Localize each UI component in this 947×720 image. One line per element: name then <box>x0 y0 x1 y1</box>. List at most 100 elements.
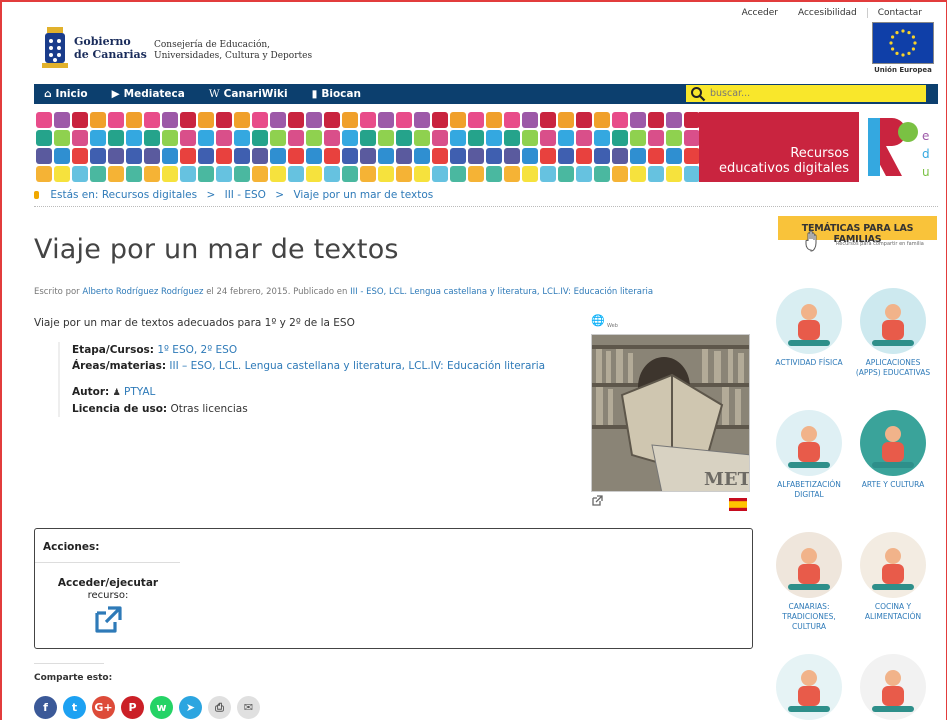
banner-title: Recursos educativos digitales <box>699 112 859 182</box>
breadcrumb-link-eso[interactable]: III - ESO <box>225 189 266 201</box>
whatsapp-icon[interactable]: w <box>150 696 173 719</box>
banner-tile <box>450 130 466 146</box>
access-resource-button[interactable]: Acceder/ejecutar recurso: <box>45 577 171 635</box>
nav-item-canariwiki[interactable]: W CanariWiki <box>197 88 300 100</box>
etapa-label: Etapa/Cursos: <box>72 344 154 356</box>
banner-tile <box>540 148 556 164</box>
contactar-link[interactable]: Contactar <box>866 8 932 18</box>
autor-link[interactable]: PTYAL <box>124 386 155 398</box>
banner-tile <box>144 130 160 146</box>
telegram-icon[interactable]: ➤ <box>179 696 202 719</box>
banner-tile <box>54 112 70 128</box>
banner-tile <box>486 130 502 146</box>
banner-tile <box>144 166 160 182</box>
external-link-icon[interactable] <box>591 495 603 507</box>
nav-item-inicio[interactable]: ⌂ Inicio <box>34 88 100 100</box>
banner-tile <box>540 112 556 128</box>
banner-tile <box>594 130 610 146</box>
banner-tile <box>450 166 466 182</box>
resource-image[interactable]: MET <box>591 334 750 492</box>
search-icon <box>691 86 706 101</box>
redu-logo-icon: e d u <box>864 112 938 182</box>
topic-cocina-y-alimentacion[interactable]: COCINA Y ALIMENTACIÓN <box>853 532 933 622</box>
banner-tile <box>342 112 358 128</box>
categories-link[interactable]: III - ESO, LCL. Lengua castellana y lite… <box>350 287 653 297</box>
banner-tile <box>558 112 574 128</box>
familias-banner[interactable]: TEMÁTICAS PARA LAS FAMILIAS Recursos par… <box>778 216 937 252</box>
banner-tile <box>486 166 502 182</box>
svg-text:d: d <box>922 147 930 161</box>
banner-tile <box>90 148 106 164</box>
search-input[interactable]: buscar... <box>686 85 926 102</box>
google-plus-icon[interactable]: G+ <box>92 696 115 719</box>
author-link[interactable]: Alberto Rodríguez Rodríguez <box>82 287 203 297</box>
nav-item-biocan[interactable]: ▮ Biocan <box>300 88 373 100</box>
banner-tile <box>594 112 610 128</box>
topic-arte-y-cultura[interactable]: ARTE Y CULTURA <box>853 410 933 490</box>
banner-tile <box>180 130 196 146</box>
consejeria-line2: Universidades, Cultura y Deportes <box>154 51 313 61</box>
pinterest-icon[interactable]: P <box>121 696 144 719</box>
breadcrumb-separator: > <box>275 189 285 201</box>
banner-tile <box>162 166 178 182</box>
banner-tile <box>36 130 52 146</box>
actions-heading: Acciones: <box>43 541 100 553</box>
banner-tile <box>576 130 592 146</box>
topic-actividad-fisica[interactable]: ACTIVIDAD FÍSICA <box>769 288 849 368</box>
banner-tile <box>216 112 232 128</box>
banner-tile <box>270 148 286 164</box>
access-sub: recurso: <box>87 590 129 601</box>
nav-label: Mediateca <box>123 88 185 100</box>
external-link-icon[interactable] <box>93 605 123 635</box>
banner-tile <box>648 130 664 146</box>
banner-tile <box>252 148 268 164</box>
banner-tile <box>216 166 232 182</box>
banner-tile <box>648 112 664 128</box>
banner-tile <box>162 112 178 128</box>
accesibilidad-link[interactable]: Accesibilidad <box>788 8 867 18</box>
eu-label: Unión Europea <box>874 66 932 74</box>
banner-tile <box>558 148 574 164</box>
etapa-link[interactable]: 1º ESO, 2º ESO <box>157 344 237 356</box>
banner-tile <box>36 148 52 164</box>
topic-label: ACTIVIDAD FÍSICA <box>775 358 843 367</box>
areas-link[interactable]: III – ESO, LCL. Lengua castellana y lite… <box>169 360 545 372</box>
licencia-value: Otras licencias <box>170 403 248 415</box>
topic-aplicaciones-apps-educativas[interactable]: APLICACIONES (APPS) EDUCATIVAS <box>853 288 933 378</box>
email-icon[interactable]: ✉ <box>237 696 260 719</box>
banner-tile <box>378 112 394 128</box>
banner-tile <box>54 166 70 182</box>
breadcrumb-link-recursos[interactable]: Recursos digitales <box>102 189 197 201</box>
print-icon[interactable]: ⎙ <box>208 696 231 719</box>
banner-tile <box>414 166 430 182</box>
access-label: Acceder/ejecutar <box>57 577 159 589</box>
page-title: Viaje por un mar de textos <box>34 234 399 265</box>
banner-tile <box>504 130 520 146</box>
main-nav: ⌂ Inicio ▶ Mediateca W CanariWiki ▮ Bioc… <box>34 84 938 104</box>
banner-tile <box>72 112 88 128</box>
banner-tile <box>90 166 106 182</box>
facebook-icon[interactable]: f <box>34 696 57 719</box>
banner-tile <box>324 112 340 128</box>
topic-dibujo[interactable]: DIBUJO <box>853 654 933 720</box>
nav-label: Biocan <box>321 88 361 100</box>
twitter-icon[interactable]: t <box>63 696 86 719</box>
banner-tile <box>522 166 538 182</box>
topic-convivencia[interactable]: CONVIVENCIA <box>769 654 849 720</box>
bottle-icon: ▮ <box>311 88 318 100</box>
breadcrumb-label: Estás en: <box>50 189 99 201</box>
nav-item-mediateca[interactable]: ▶ Mediateca <box>100 88 197 100</box>
banner-tile <box>324 166 340 182</box>
banner-tile <box>72 148 88 164</box>
breadcrumb-current: Viaje por un mar de textos <box>293 189 434 201</box>
banner-tile <box>234 112 250 128</box>
gobierno-logo[interactable]: Gobierno de Canarias <box>42 26 162 70</box>
topic-label: ARTE Y CULTURA <box>861 480 925 489</box>
banner-tile <box>378 148 394 164</box>
topic-canarias-tradiciones-cultura[interactable]: CANARIAS: TRADICIONES, CULTURA <box>769 532 849 632</box>
topic-alfabetizacion-digital[interactable]: ALFABETIZACIÓN DIGITAL <box>769 410 849 500</box>
banner-tile <box>36 166 52 182</box>
acceder-link[interactable]: Acceder <box>732 8 788 18</box>
resource-thumbnail: 🌐 Web MET <box>591 314 751 514</box>
banner-tile <box>630 112 646 128</box>
